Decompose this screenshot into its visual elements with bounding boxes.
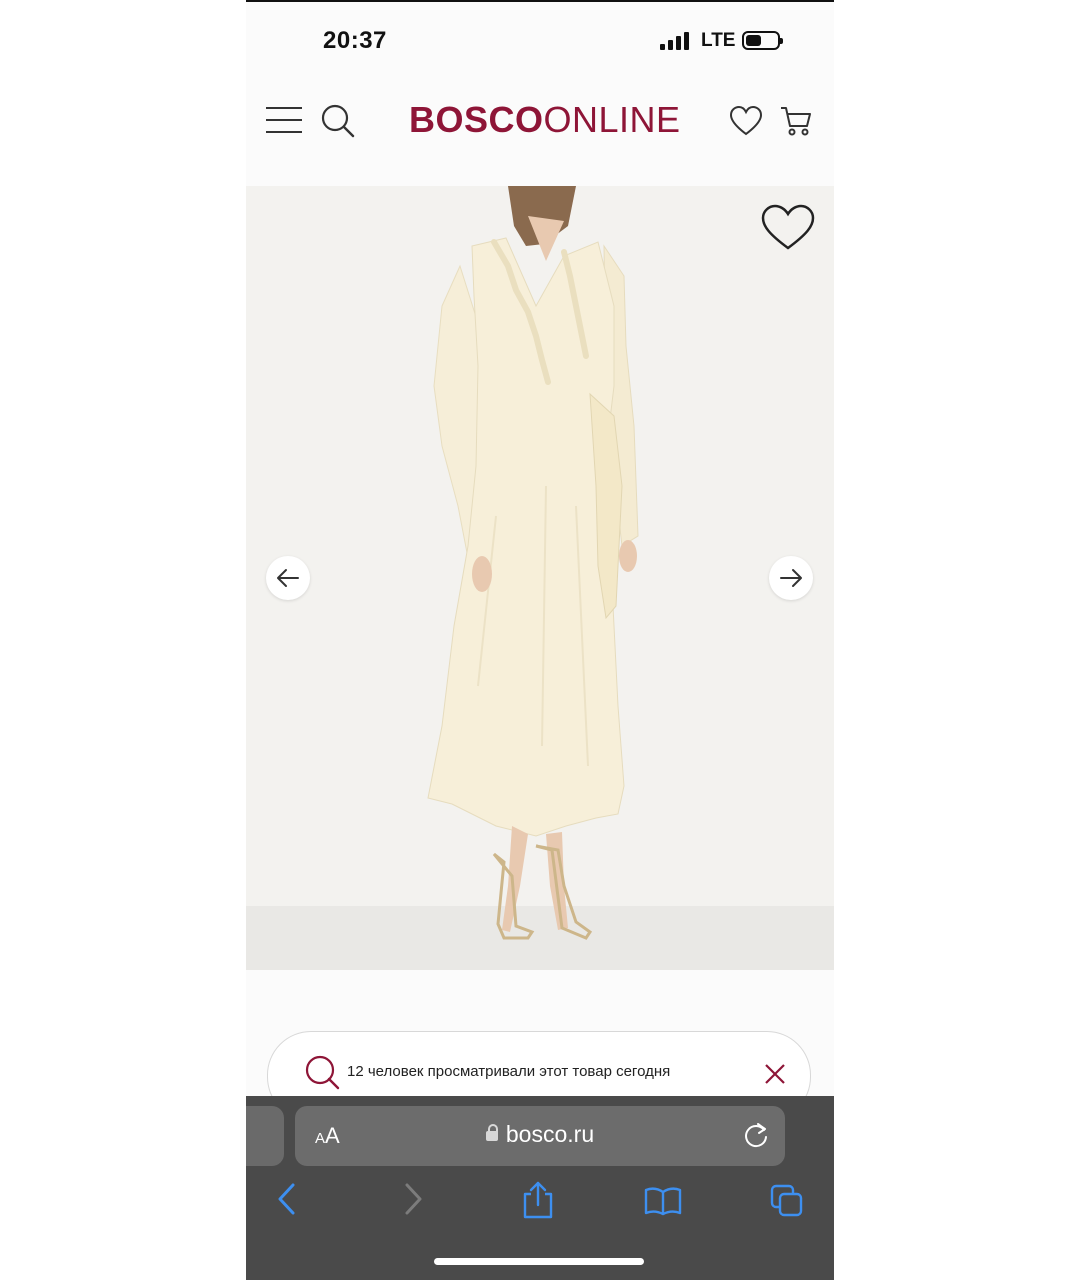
signal-icon — [660, 32, 692, 50]
address-bar[interactable]: AA bosco.ru — [295, 1106, 785, 1166]
tabs-icon[interactable] — [770, 1184, 804, 1218]
heart-icon[interactable] — [730, 106, 762, 136]
favorite-heart-icon[interactable] — [761, 204, 815, 252]
close-icon[interactable] — [764, 1063, 786, 1085]
share-icon[interactable] — [522, 1180, 554, 1220]
reload-icon[interactable] — [743, 1121, 769, 1149]
dress-figure — [427, 186, 639, 940]
previous-image-button[interactable] — [266, 556, 310, 600]
cart-icon[interactable] — [779, 104, 813, 138]
battery-icon — [742, 31, 783, 50]
status-time: 20:37 — [323, 27, 387, 54]
back-icon[interactable] — [276, 1182, 298, 1216]
network-label: LTE — [701, 30, 736, 51]
arrow-right-icon — [780, 569, 802, 587]
browser-toolbar: AA bosco.ru — [246, 1096, 834, 1280]
forward-icon[interactable] — [402, 1182, 424, 1216]
popup-search-icon — [305, 1055, 340, 1090]
top-edge — [246, 0, 834, 2]
next-image-button[interactable] — [769, 556, 813, 600]
product-image[interactable] — [246, 186, 834, 970]
menu-icon[interactable] — [265, 106, 303, 136]
arrow-left-icon — [277, 569, 299, 587]
lock-icon — [485, 1124, 498, 1141]
popup-text: 12 человек просматривали этот товар сего… — [347, 1063, 671, 1080]
logo-light: ONLINE — [543, 99, 681, 140]
site-logo[interactable]: BOSCOONLINE — [409, 100, 681, 140]
phone-screen: 20:37 LTE BOSCOONLINE 12 человек просмат… — [246, 0, 834, 1280]
search-icon[interactable] — [320, 103, 356, 139]
previous-tab-peek[interactable] — [246, 1106, 284, 1166]
bookmarks-icon[interactable] — [644, 1186, 682, 1216]
home-indicator[interactable] — [434, 1258, 644, 1265]
url-text: bosco.ru — [505, 1121, 595, 1147]
url-display[interactable]: bosco.ru — [295, 1121, 785, 1148]
logo-bold: BOSCO — [409, 99, 544, 140]
